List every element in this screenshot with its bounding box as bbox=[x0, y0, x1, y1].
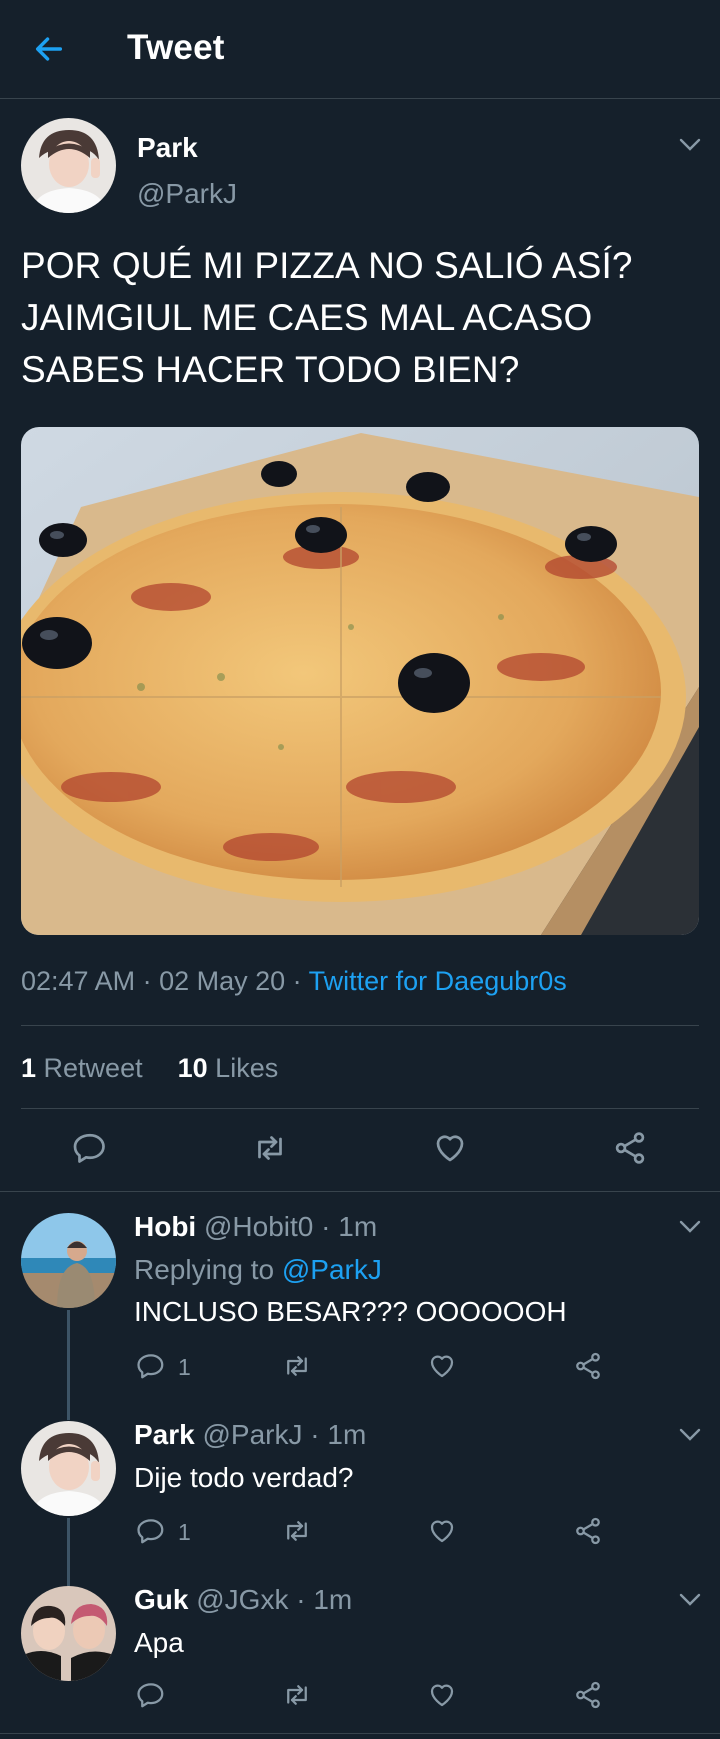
retweet-icon bbox=[287, 1356, 307, 1376]
reply-author-name[interactable]: Guk bbox=[134, 1584, 188, 1615]
reply-button[interactable] bbox=[136, 1516, 166, 1546]
heart-icon bbox=[436, 1135, 464, 1162]
tweet-text: POR QUÉ MI PIZZA NO SALIÓ ASÍ? JAIMGIUL … bbox=[21, 240, 701, 396]
author-handle[interactable]: @ParkJ bbox=[137, 178, 237, 210]
like-button[interactable] bbox=[427, 1680, 457, 1710]
tweet-meta: 02:47 AM · 02 May 20 · Twitter for Daegu… bbox=[21, 966, 567, 997]
avatar[interactable] bbox=[21, 1421, 116, 1516]
reply-count: 1 bbox=[178, 1354, 191, 1380]
like-button[interactable] bbox=[427, 1351, 457, 1381]
reply-icon bbox=[137, 1519, 164, 1544]
reply-author-name[interactable]: Hobi bbox=[134, 1211, 196, 1242]
share-button[interactable] bbox=[612, 1130, 648, 1166]
divider bbox=[21, 1108, 699, 1109]
back-arrow-icon[interactable] bbox=[32, 32, 66, 66]
reply-icon bbox=[137, 1683, 164, 1708]
share-icon bbox=[576, 1681, 600, 1709]
retweet-button[interactable] bbox=[282, 1680, 312, 1710]
divider bbox=[0, 1733, 720, 1734]
tweet-text-line: POR QUÉ MI PIZZA NO SALIÓ ASÍ? bbox=[21, 245, 633, 286]
reply-icon bbox=[73, 1133, 105, 1163]
reply-text: Dije todo verdad? bbox=[134, 1462, 354, 1493]
tweet-text-line: SABES HACER TODO BIEN? bbox=[21, 349, 520, 390]
chevron-down-icon[interactable] bbox=[679, 1593, 701, 1607]
likes-count: 10 bbox=[177, 1053, 208, 1083]
reply-header: Park @ParkJ · 1m bbox=[134, 1419, 366, 1451]
reply-author-handle[interactable]: @ParkJ · 1m bbox=[203, 1419, 367, 1450]
retweet-button[interactable] bbox=[252, 1130, 288, 1166]
reply-text: INCLUSO BESAR??? OOOOOOH bbox=[134, 1296, 567, 1327]
reply-author-handle[interactable]: @Hobit0 · 1m bbox=[204, 1211, 377, 1242]
likes-label: Likes bbox=[207, 1053, 279, 1083]
like-button[interactable] bbox=[427, 1516, 457, 1546]
retweet-icon bbox=[287, 1685, 307, 1705]
share-icon bbox=[615, 1132, 645, 1164]
retweet-icon bbox=[258, 1136, 282, 1160]
share-button[interactable] bbox=[573, 1516, 603, 1546]
likes-stat[interactable]: 10 Likes bbox=[178, 1053, 279, 1083]
like-button[interactable] bbox=[432, 1130, 468, 1166]
retweet-button[interactable] bbox=[282, 1516, 312, 1546]
tweet-timestamp: 02:47 AM · 02 May 20 · bbox=[21, 966, 309, 996]
author-name[interactable]: Park bbox=[137, 132, 198, 164]
avatar[interactable] bbox=[21, 1586, 116, 1681]
retweet-icon bbox=[287, 1521, 307, 1541]
reply-author-name[interactable]: Park bbox=[134, 1419, 195, 1450]
tweet-source-link[interactable]: Twitter for Daegubr0s bbox=[309, 966, 567, 996]
divider bbox=[0, 1191, 720, 1192]
chevron-down-icon[interactable] bbox=[679, 1428, 701, 1442]
retweet-button[interactable] bbox=[282, 1351, 312, 1381]
share-button[interactable] bbox=[573, 1351, 603, 1381]
tweet-stats: 1 Retweet 10 Likes bbox=[21, 1053, 278, 1084]
retweets-label: Retweet bbox=[36, 1053, 143, 1083]
reply-icon bbox=[137, 1354, 164, 1379]
reply-header: Hobi @Hobit0 · 1m bbox=[134, 1211, 377, 1243]
reply-button[interactable] bbox=[136, 1351, 166, 1381]
reply-text: Apa bbox=[134, 1627, 184, 1658]
share-button[interactable] bbox=[573, 1680, 603, 1710]
replying-to-handle[interactable]: @ParkJ bbox=[282, 1254, 382, 1285]
avatar[interactable] bbox=[21, 1213, 116, 1308]
divider bbox=[21, 1025, 699, 1026]
chevron-down-icon[interactable] bbox=[679, 138, 701, 152]
thread-line bbox=[67, 1518, 70, 1588]
heart-icon bbox=[430, 1520, 454, 1543]
page-title: Tweet bbox=[127, 28, 225, 67]
reply-button[interactable] bbox=[72, 1130, 108, 1166]
tweet-text-line: JAIMGIUL ME CAES MAL ACASO bbox=[21, 297, 593, 338]
replying-to-prefix: Replying to bbox=[134, 1254, 282, 1285]
top-bar: Tweet bbox=[0, 0, 720, 99]
replying-to: Replying to @ParkJ bbox=[134, 1254, 382, 1286]
avatar[interactable] bbox=[21, 118, 116, 213]
reply-header: Guk @JGxk · 1m bbox=[134, 1584, 352, 1616]
share-icon bbox=[576, 1517, 600, 1545]
tweet-photo[interactable] bbox=[21, 427, 699, 935]
chevron-down-icon[interactable] bbox=[679, 1220, 701, 1234]
reply-author-handle[interactable]: @JGxk · 1m bbox=[196, 1584, 352, 1615]
reply-count: 1 bbox=[178, 1519, 191, 1545]
heart-icon bbox=[430, 1355, 454, 1378]
retweets-count: 1 bbox=[21, 1053, 37, 1083]
share-icon bbox=[576, 1352, 600, 1380]
thread-line bbox=[67, 1310, 70, 1420]
reply-button[interactable] bbox=[136, 1680, 166, 1710]
heart-icon bbox=[430, 1684, 454, 1707]
retweets-stat[interactable]: 1 Retweet bbox=[21, 1053, 143, 1083]
